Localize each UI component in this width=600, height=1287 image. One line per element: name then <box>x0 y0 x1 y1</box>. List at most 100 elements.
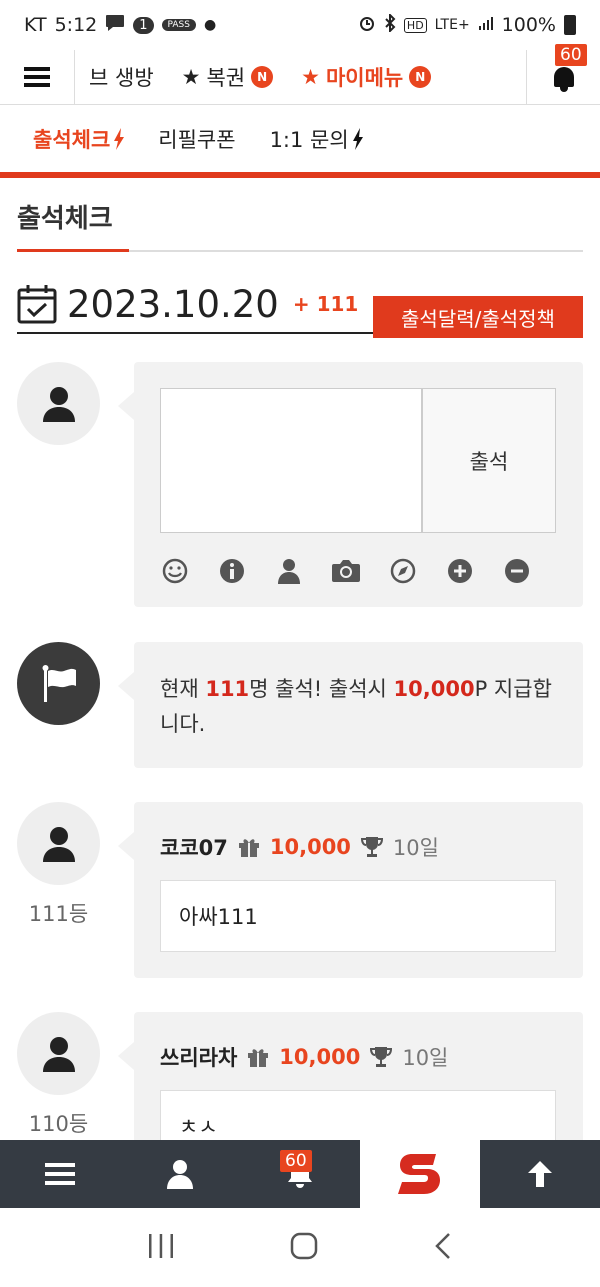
attendance-policy-button[interactable]: 출석달력/출석정책 <box>373 296 583 338</box>
date-row: 2023.10.20 + 111 <box>17 276 373 334</box>
entry-days: 10일 <box>392 836 439 860</box>
entry-meta: 코코07 10,000 10일 <box>160 832 439 862</box>
hamburger-icon <box>24 67 50 87</box>
attendance-notice: 현재 111명 출석! 출석시 10,000P 지급합니다. <box>118 642 583 768</box>
flag-icon <box>42 664 76 702</box>
attendance-count: + 111 <box>292 292 359 316</box>
rank-label: 110등 <box>28 1112 89 1136</box>
rank-label: 111등 <box>28 902 89 926</box>
calendar-check-icon <box>17 285 57 324</box>
smile-icon[interactable] <box>160 558 190 584</box>
recent-apps-button[interactable] <box>147 1233 175 1263</box>
avatar <box>17 802 100 885</box>
recent-apps-icon <box>149 1233 174 1258</box>
entry-message: 아싸111 <box>160 880 556 952</box>
star-icon: ★ <box>301 65 320 89</box>
home-logo-button[interactable] <box>360 1140 480 1208</box>
battery-icon <box>564 15 576 35</box>
attendance-date: 2023.10.20 <box>67 282 279 326</box>
entry-username[interactable]: 쓰리라차 <box>160 1042 237 1072</box>
entry-username[interactable]: 코코07 <box>160 832 228 862</box>
bottom-menu-button[interactable] <box>0 1140 120 1208</box>
dot-icon: ● <box>203 17 217 33</box>
entry-days: 10일 <box>402 1046 449 1070</box>
new-badge: N <box>251 66 274 88</box>
tab-label: 리필쿠폰 <box>158 128 236 152</box>
hd-icon: HD <box>403 17 427 33</box>
user-icon <box>42 386 75 422</box>
back-button[interactable] <box>433 1232 453 1264</box>
bottom-notification-button[interactable]: 60 <box>240 1140 360 1208</box>
nav-item-lottery[interactable]: ★ 복권 N <box>168 62 287 92</box>
trophy-icon <box>360 837 383 857</box>
info-icon[interactable] <box>217 558 247 584</box>
entry-meta: 쓰리라차 10,000 10일 <box>160 1042 448 1072</box>
scroll-top-button[interactable] <box>480 1140 600 1208</box>
tab-refill-coupon[interactable]: 리필쿠폰 <box>158 124 235 154</box>
bolt-icon <box>114 128 125 150</box>
camera-icon[interactable] <box>331 558 361 584</box>
compass-icon[interactable] <box>388 558 418 584</box>
bell-icon <box>551 65 577 92</box>
list-item: 코코07 10,000 10일 아싸111 <box>118 802 583 978</box>
bluetooth-icon <box>384 12 396 37</box>
user-icon <box>167 1160 193 1189</box>
plus-circle-icon[interactable] <box>445 558 475 584</box>
nav-item-live[interactable]: 브 생방 <box>75 62 168 92</box>
attendance-submit-button[interactable]: 출석 <box>422 388 556 533</box>
nav-item-label: 복권 <box>206 66 246 90</box>
avatar <box>17 362 100 445</box>
nav-item-label: 브 생방 <box>89 66 154 90</box>
user-icon <box>42 1036 75 1072</box>
site-logo <box>398 1154 440 1194</box>
page-title: 출석체크 <box>17 204 113 234</box>
chat-icon <box>105 14 125 37</box>
home-circle-icon <box>290 1232 318 1259</box>
star-icon: ★ <box>181 65 201 89</box>
clock: 5:12 <box>54 14 98 36</box>
user-icon[interactable] <box>274 558 304 584</box>
notice-mid: 명 출석! 출석시 <box>249 677 394 701</box>
entry-points: 10,000 <box>279 1045 361 1069</box>
notice-count: 111 <box>205 677 250 701</box>
signal-icon <box>478 14 494 36</box>
minus-circle-icon[interactable] <box>502 558 532 584</box>
notice-points: 10,000 <box>393 677 475 701</box>
notification-count-badge: 60 <box>280 1150 312 1172</box>
notice-avatar <box>17 642 100 725</box>
tab-inquiry[interactable]: 1:1 문의 <box>270 124 363 154</box>
sub-nav: 출석체크 리필쿠폰 1:1 문의 <box>0 106 600 178</box>
notification-count-badge: 60 <box>555 44 587 66</box>
tab-attendance[interactable]: 출석체크 <box>33 124 125 154</box>
gift-icon <box>248 1049 269 1067</box>
alarm-icon <box>358 14 376 37</box>
system-nav-bar <box>0 1208 600 1287</box>
compose-toolbar <box>160 558 532 584</box>
nav-item-mymenu[interactable]: ★ 마이메뉴 N <box>287 62 445 92</box>
menu-button[interactable] <box>0 49 75 105</box>
tab-label: 출석체크 <box>33 128 111 152</box>
new-badge: N <box>409 66 432 88</box>
chat-count-badge: 1 <box>133 16 154 34</box>
pass-icon: PASS <box>161 19 196 31</box>
home-button[interactable] <box>290 1232 318 1264</box>
title-accent <box>17 249 129 252</box>
avatar <box>17 1012 100 1095</box>
carrier-label: KT <box>24 14 47 36</box>
back-arrow-icon <box>434 1232 450 1259</box>
battery-level: 100% <box>501 14 556 36</box>
tab-label: 1:1 문의 <box>269 128 349 152</box>
bottom-bar: 60 <box>0 1140 600 1208</box>
attendance-comment-input[interactable] <box>160 388 422 533</box>
top-nav: 브 생방 ★ 복권 N ★ 마이메뉴 N 60 <box>0 44 600 105</box>
entry-points: 10,000 <box>269 835 351 859</box>
bolt-icon <box>352 128 363 150</box>
bottom-user-button[interactable] <box>120 1140 240 1208</box>
notification-button[interactable]: 60 <box>526 44 600 105</box>
nav-item-label: 마이메뉴 <box>325 66 404 90</box>
trophy-icon <box>370 1047 393 1067</box>
user-icon <box>42 826 75 862</box>
notice-prefix: 현재 <box>160 677 206 701</box>
network-label: LTE+ <box>434 17 470 33</box>
gift-icon <box>238 839 259 857</box>
